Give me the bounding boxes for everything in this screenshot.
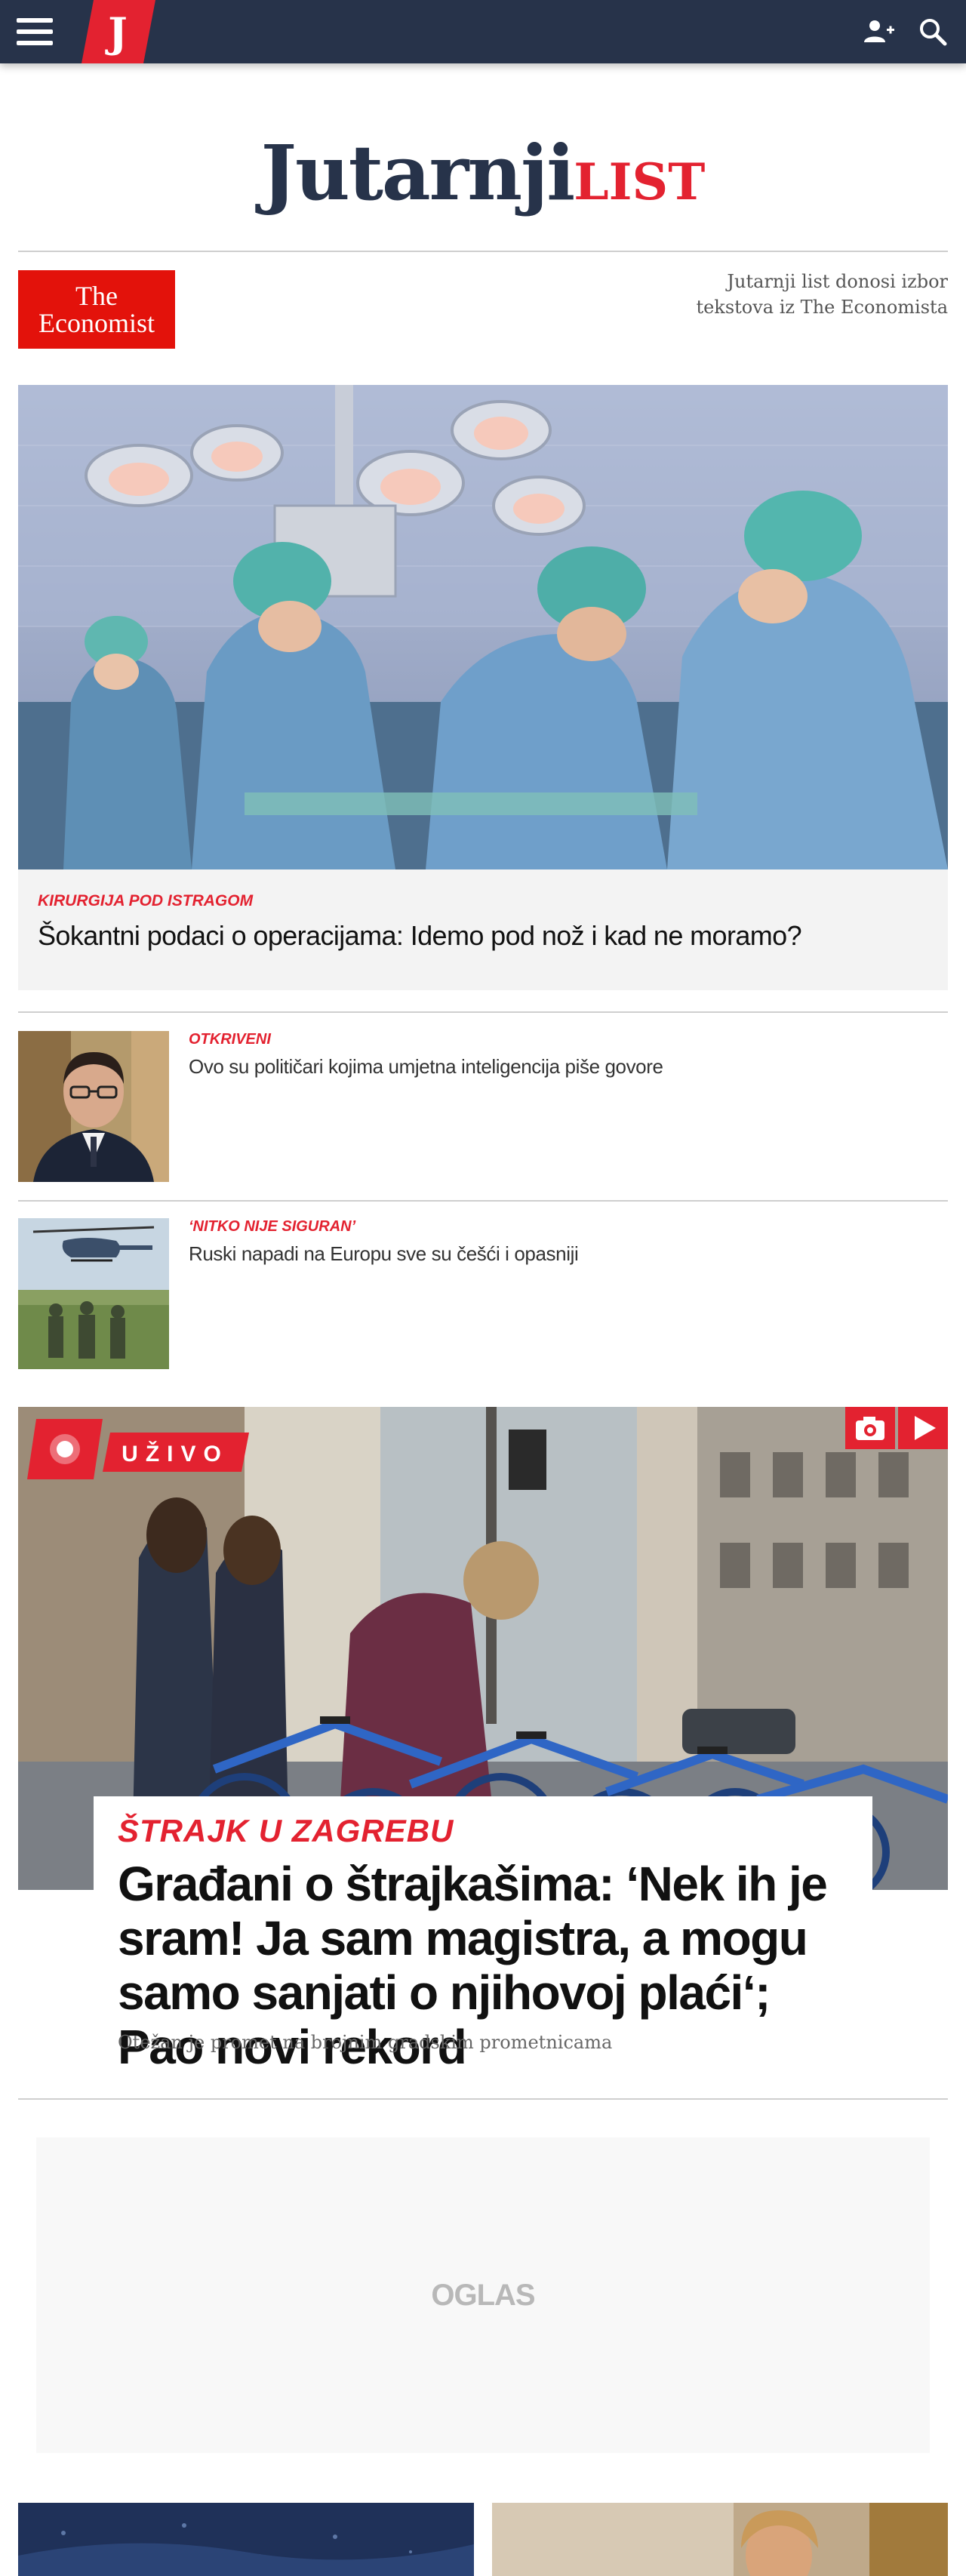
article-thumbnail-night-city[interactable] xyxy=(18,2503,474,2576)
article-thumbnail-helicopter[interactable] xyxy=(18,1218,169,1369)
list-item[interactable]: ‘NITKO NIJE SIGURAN’ Ruski napadi na Eur… xyxy=(18,1218,948,1369)
svg-text:J: J xyxy=(105,8,128,57)
live-story-subtitle: Otežan je promet na brojnim gradskim pro… xyxy=(118,2032,613,2053)
advertisement-placeholder[interactable]: OGLAS xyxy=(36,2137,930,2453)
list-item-title[interactable]: Ovo su političari kojima umjetna intelig… xyxy=(189,1054,928,1079)
top-navigation-bar: J xyxy=(0,0,966,63)
jutarnji-logo-badge[interactable]: J xyxy=(82,0,155,63)
play-icon[interactable] xyxy=(898,1407,948,1449)
economist-logo[interactable]: The Economist xyxy=(18,270,175,349)
live-story-kicker: ŠTRAJK U ZAGREBU xyxy=(118,1813,454,1848)
brand-name: Jutarnji xyxy=(260,128,576,217)
list-item-kicker: OTKRIVENI xyxy=(189,1031,271,1048)
divider xyxy=(18,1200,948,1202)
live-badge[interactable]: UŽIVO xyxy=(27,1419,254,1479)
list-item[interactable]: OTKRIVENI Ovo su političari kojima umjet… xyxy=(18,1031,948,1182)
list-item-title[interactable]: Ruski napadi na Europu sve su češći i op… xyxy=(189,1241,928,1266)
ad-label: OGLAS xyxy=(431,2278,535,2312)
hero-title[interactable]: Šokantni podaci o operacijama: Idemo pod… xyxy=(38,918,928,954)
article-thumbnail-politician[interactable] xyxy=(18,1031,169,1182)
hero-kicker: KIRURGIJA POD ISTRAGOM xyxy=(38,892,254,909)
media-indicators xyxy=(845,1407,948,1449)
economist-logo-line2: Economist xyxy=(38,308,155,338)
brand-accent: LIST xyxy=(574,152,706,211)
search-icon[interactable] xyxy=(916,15,949,48)
hero-article-caption[interactable]: KIRURGIJA POD ISTRAGOM Šokantni podaci o… xyxy=(18,869,948,990)
hamburger-menu-icon[interactable] xyxy=(17,18,53,45)
live-badge-label: UŽIVO xyxy=(122,1441,229,1467)
article-thumbnail-woman[interactable] xyxy=(492,2503,948,2576)
divider xyxy=(18,2098,948,2100)
economist-note: Jutarnji list donosi izbor tekstova iz T… xyxy=(696,271,948,318)
camera-icon[interactable] xyxy=(845,1407,895,1449)
divider xyxy=(18,1011,948,1013)
live-story-card[interactable]: ŠTRAJK U ZAGREBU Građani o štrajkašima: … xyxy=(94,1796,872,2074)
hero-image-surgery[interactable] xyxy=(18,385,948,869)
economist-logo-line1: The xyxy=(75,281,118,311)
add-user-icon[interactable] xyxy=(862,15,895,48)
masthead[interactable]: JutarnjiLIST xyxy=(0,128,966,217)
list-item-kicker: ‘NITKO NIJE SIGURAN’ xyxy=(189,1218,356,1235)
divider xyxy=(18,251,948,252)
